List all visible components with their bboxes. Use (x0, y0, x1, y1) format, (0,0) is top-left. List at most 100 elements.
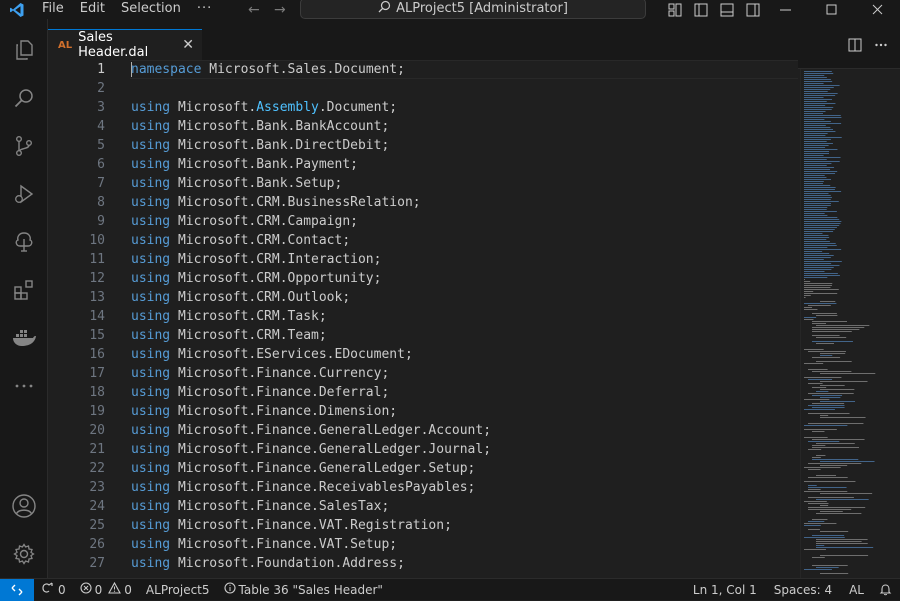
minimap-line (804, 235, 829, 236)
project-status[interactable]: ALProject5 (139, 579, 217, 601)
language-mode-status[interactable]: AL (842, 579, 871, 601)
line-number: 4 (97, 119, 105, 134)
tab-sales-header[interactable]: AL Sales Header.dal ✕ (48, 29, 202, 60)
keyword-token: using (131, 271, 171, 286)
minimap-line (804, 95, 836, 96)
minimap-line (804, 467, 841, 468)
minimap-line (804, 229, 835, 230)
menu-selection[interactable]: Selection (113, 0, 189, 19)
minimap-line (804, 219, 840, 220)
customize-layout-icon[interactable] (662, 0, 688, 19)
account-icon[interactable] (0, 484, 48, 528)
extensions-icon[interactable] (0, 268, 48, 312)
minimap-line (816, 315, 838, 316)
minimap-line (804, 121, 831, 122)
problems-status[interactable]: 0 0 (73, 579, 139, 601)
tree-icon[interactable] (0, 220, 48, 264)
run-debug-icon[interactable] (0, 172, 48, 216)
minimap-line (812, 459, 859, 460)
minimap-line (804, 317, 817, 318)
namespace-token: Microsoft.Finance.ReceivablesPayables; (170, 480, 476, 495)
minimap-line (804, 187, 836, 188)
minimap-line (804, 349, 824, 350)
code-text: using Microsoft.CRM.BusinessRelation; (131, 193, 421, 212)
minimap-line (808, 379, 833, 380)
minimap-line (804, 267, 834, 268)
minimap-line (812, 335, 840, 336)
notifications-bell-icon[interactable] (871, 579, 900, 601)
minimap-line (812, 565, 848, 566)
minimap-line (816, 343, 835, 344)
minimap-line (804, 77, 827, 78)
command-center[interactable]: ALProject5 [Administrator] (300, 0, 646, 19)
line-number: 9 (97, 214, 105, 229)
minimap-line (804, 481, 856, 482)
split-editor-icon[interactable] (842, 35, 868, 55)
minimap-line (812, 403, 845, 404)
minimap[interactable] (800, 69, 900, 578)
minimap-line (812, 445, 826, 446)
minimap-line (820, 397, 841, 398)
remote-indicator-icon[interactable] (0, 578, 34, 601)
minimap-line (804, 127, 831, 128)
minimap-line (804, 157, 841, 158)
namespace-token: Microsoft.Bank.BankAccount; (170, 119, 390, 134)
code-text: using Microsoft.Finance.GeneralLedger.Jo… (131, 440, 491, 459)
search-icon[interactable] (0, 76, 48, 120)
back-arrow-icon[interactable]: ← (241, 2, 267, 18)
minimap-line (808, 477, 848, 478)
namespace-token: Microsoft.CRM.Contact; (170, 233, 351, 248)
settings-gear-icon[interactable] (0, 532, 48, 576)
minimap-line (820, 461, 875, 462)
cursor-position-status[interactable]: Ln 1, Col 1 (686, 579, 767, 601)
more-actions-icon[interactable] (868, 35, 894, 55)
toggle-primary-sidebar-icon[interactable] (688, 0, 714, 19)
minimap-line (804, 269, 832, 270)
keyword-token: using (131, 461, 171, 476)
code-editor[interactable]: 1 namespace Microsoft.Sales.Document; 2 3 us… (48, 60, 798, 578)
ports-status[interactable]: 0 (34, 579, 73, 601)
menu-edit[interactable]: Edit (72, 0, 113, 19)
close-tab-icon[interactable]: ✕ (182, 37, 194, 53)
minimap-line (804, 237, 830, 238)
keyword-token: using (131, 290, 171, 305)
minimap-line (804, 115, 841, 116)
minimap-line (804, 133, 828, 134)
minimap-line (808, 405, 845, 406)
minimize-icon[interactable] (762, 0, 808, 19)
minimap-line (804, 247, 828, 248)
toggle-panel-icon[interactable] (714, 0, 740, 19)
menu-more-button[interactable]: ··· (189, 0, 219, 19)
forward-arrow-icon[interactable]: → (267, 2, 293, 18)
explorer-icon[interactable] (0, 28, 48, 72)
minimap-line (808, 351, 846, 352)
minimap-line (820, 389, 855, 390)
minimap-line (804, 217, 838, 218)
minimap-line (808, 469, 821, 470)
close-window-icon[interactable] (854, 0, 900, 19)
minimap-line (804, 145, 829, 146)
maximize-icon[interactable] (808, 0, 854, 19)
keyword-token: using (131, 347, 171, 362)
minimap-line (804, 205, 831, 206)
minimap-line (804, 377, 842, 378)
minimap-line (816, 325, 870, 326)
minimap-line (804, 189, 835, 190)
line-number: 3 (97, 100, 105, 115)
keyword-token: using (131, 385, 171, 400)
more-icon[interactable] (0, 364, 48, 408)
docker-icon[interactable] (0, 316, 48, 360)
minimap-line (820, 555, 869, 556)
source-control-icon[interactable] (0, 124, 48, 168)
menu-file[interactable]: File (34, 0, 72, 19)
line-number: 26 (89, 537, 105, 552)
minimap-line (804, 255, 834, 256)
indentation-status[interactable]: Spaces: 4 (767, 579, 842, 601)
minimap-line (804, 131, 836, 132)
namespace-token: Microsoft.Finance.SalesTax; (170, 499, 390, 514)
object-info-status[interactable]: Table 36 "Sales Header" (217, 579, 390, 601)
code-line: 2 (48, 79, 798, 98)
minimap-line (804, 277, 828, 278)
minimap-line (804, 285, 832, 286)
namespace-token: Microsoft.Finance.Deferral; (170, 385, 390, 400)
